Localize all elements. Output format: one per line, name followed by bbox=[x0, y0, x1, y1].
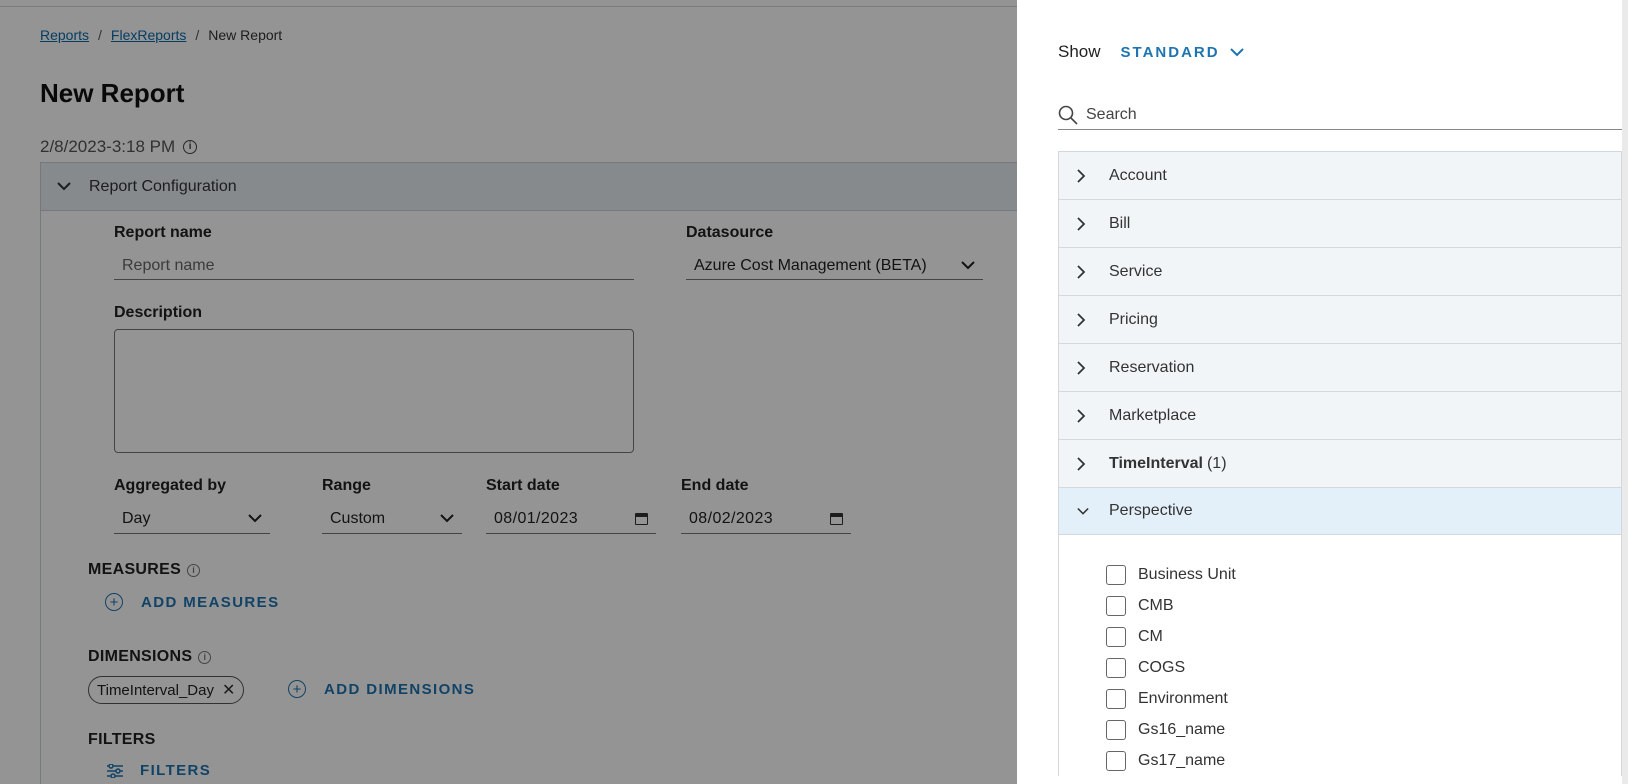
category-label: Marketplace bbox=[1109, 406, 1197, 424]
checkbox[interactable] bbox=[1106, 626, 1126, 647]
dimension-picker-drawer: Show STANDARD Account Bill Service Prici… bbox=[1017, 0, 1628, 784]
show-type-value: STANDARD bbox=[1120, 43, 1220, 61]
show-row: Show STANDARD bbox=[1058, 42, 1244, 62]
option-label: Gs17_name bbox=[1138, 751, 1226, 769]
modal-overlay[interactable] bbox=[0, 0, 1017, 784]
chevron-right-icon bbox=[1077, 168, 1089, 183]
option-label: Business Unit bbox=[1138, 565, 1236, 583]
category-label: Account bbox=[1109, 166, 1167, 184]
perspective-options: Business Unit CMB CM COGS Environment Gs… bbox=[1059, 535, 1621, 776]
show-type-select[interactable]: STANDARD bbox=[1121, 44, 1244, 61]
list-item[interactable]: Gs17_name bbox=[1059, 745, 1621, 776]
search-input[interactable] bbox=[1086, 105, 1606, 124]
checkbox[interactable] bbox=[1106, 719, 1126, 740]
checkbox[interactable] bbox=[1106, 688, 1126, 709]
chevron-right-icon bbox=[1077, 216, 1089, 231]
category-account[interactable]: Account bbox=[1059, 151, 1621, 199]
option-label: CMB bbox=[1138, 596, 1174, 614]
category-perspective[interactable]: Perspective bbox=[1059, 487, 1621, 535]
list-item[interactable]: CM bbox=[1059, 621, 1621, 652]
category-service[interactable]: Service bbox=[1059, 247, 1621, 295]
category-label: Perspective bbox=[1109, 502, 1193, 519]
chevron-right-icon bbox=[1077, 360, 1089, 375]
chevron-right-icon bbox=[1077, 456, 1089, 471]
category-reservation[interactable]: Reservation bbox=[1059, 343, 1621, 391]
search-icon bbox=[1058, 105, 1080, 125]
search-field bbox=[1058, 100, 1622, 130]
list-item[interactable]: Environment bbox=[1059, 683, 1621, 714]
category-label: Service bbox=[1109, 262, 1163, 280]
category-timeinterval[interactable]: TimeInterval (1) bbox=[1059, 439, 1621, 487]
checkbox[interactable] bbox=[1106, 750, 1126, 771]
option-label: CM bbox=[1138, 627, 1163, 645]
list-item[interactable]: COGS bbox=[1059, 652, 1621, 683]
show-label: Show bbox=[1058, 42, 1101, 61]
category-label: TimeInterval bbox=[1109, 454, 1203, 472]
scrollbar[interactable] bbox=[1622, 0, 1628, 784]
chevron-right-icon bbox=[1077, 264, 1089, 279]
list-item[interactable]: CMB bbox=[1059, 590, 1621, 621]
category-accordion: Account Bill Service Pricing Reservation… bbox=[1058, 151, 1622, 776]
checkbox[interactable] bbox=[1106, 564, 1126, 585]
option-label: Gs16_name bbox=[1138, 720, 1226, 738]
list-item[interactable]: Business Unit bbox=[1059, 559, 1621, 590]
checkbox[interactable] bbox=[1106, 657, 1126, 678]
checkbox[interactable] bbox=[1106, 595, 1126, 616]
chevron-down-icon bbox=[1077, 507, 1089, 516]
list-item[interactable]: Gs16_name bbox=[1059, 714, 1621, 745]
category-bill[interactable]: Bill bbox=[1059, 199, 1621, 247]
category-label: Pricing bbox=[1109, 310, 1158, 328]
option-label: COGS bbox=[1138, 658, 1186, 676]
category-marketplace[interactable]: Marketplace bbox=[1059, 391, 1621, 439]
main-page: Reports / FlexReports / New Report New Repor… bbox=[0, 0, 1017, 784]
chevron-right-icon bbox=[1077, 408, 1089, 423]
category-count: (1) bbox=[1206, 454, 1227, 472]
category-label: Reservation bbox=[1109, 358, 1195, 376]
chevron-right-icon bbox=[1077, 312, 1089, 327]
category-label: Bill bbox=[1109, 214, 1131, 232]
option-label: Environment bbox=[1138, 689, 1228, 707]
category-pricing[interactable]: Pricing bbox=[1059, 295, 1621, 343]
chevron-down-icon bbox=[1229, 47, 1244, 57]
